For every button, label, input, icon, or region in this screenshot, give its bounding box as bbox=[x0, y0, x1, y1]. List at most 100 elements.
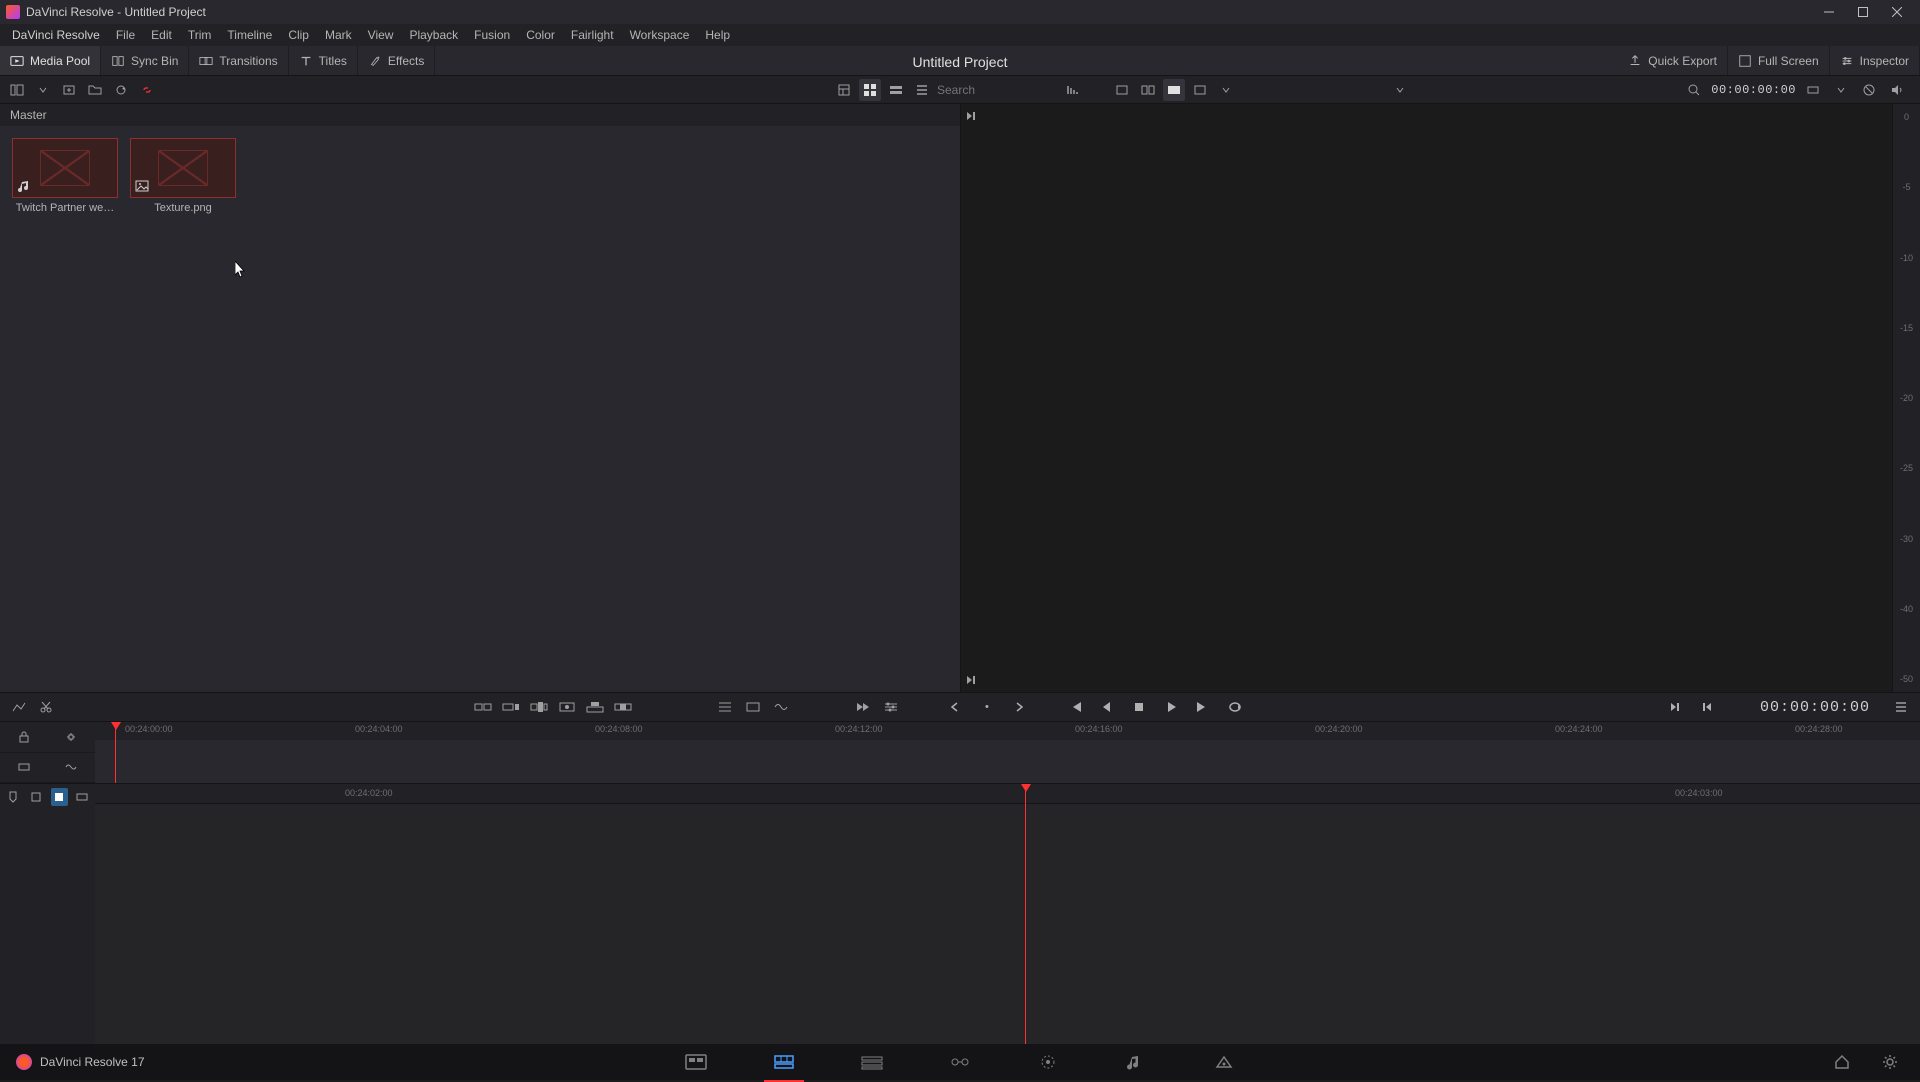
timecode-small[interactable]: 00:00:00:00 bbox=[1711, 83, 1796, 97]
menu-color[interactable]: Color bbox=[518, 24, 563, 46]
prev-edit-button[interactable] bbox=[1694, 695, 1720, 719]
menu-clip[interactable]: Clip bbox=[280, 24, 317, 46]
list-view-button[interactable] bbox=[911, 79, 933, 101]
clips-area[interactable]: Twitch Partner we… Texture.png bbox=[0, 126, 960, 692]
unlink-button[interactable] bbox=[136, 79, 158, 101]
page-fusion[interactable] bbox=[946, 1048, 974, 1076]
viewer-safe-dropdown[interactable] bbox=[1215, 79, 1237, 101]
stop-button[interactable] bbox=[1126, 695, 1152, 719]
menu-davinci-resolve[interactable]: DaVinci Resolve bbox=[4, 24, 108, 46]
breadcrumb[interactable]: Master bbox=[0, 104, 960, 126]
home-button[interactable] bbox=[1828, 1048, 1856, 1076]
source-overwrite-button[interactable] bbox=[612, 696, 634, 718]
split-clip-button[interactable] bbox=[36, 696, 58, 718]
smart-insert-button[interactable] bbox=[472, 696, 494, 718]
strip-view-button[interactable] bbox=[885, 79, 907, 101]
metadata-view-button[interactable] bbox=[833, 79, 855, 101]
maximize-button[interactable] bbox=[1846, 0, 1880, 24]
play-button[interactable] bbox=[1158, 695, 1184, 719]
bin-dropdown[interactable] bbox=[32, 79, 54, 101]
ripple-overwrite-button[interactable] bbox=[528, 696, 550, 718]
menu-workspace[interactable]: Workspace bbox=[622, 24, 698, 46]
sync-button[interactable] bbox=[110, 79, 132, 101]
menu-file[interactable]: File bbox=[108, 24, 143, 46]
bypass-fx-button[interactable] bbox=[1858, 79, 1880, 101]
zoom-fit-button[interactable] bbox=[1683, 79, 1705, 101]
menu-view[interactable]: View bbox=[360, 24, 402, 46]
tool-snap[interactable] bbox=[74, 788, 91, 806]
menu-mark[interactable]: Mark bbox=[317, 24, 360, 46]
tab-transitions[interactable]: Transitions bbox=[189, 46, 288, 75]
boring-detector-button[interactable] bbox=[8, 696, 30, 718]
tc-mode-button[interactable] bbox=[1802, 79, 1824, 101]
upper-timeline-track[interactable]: 00:24:00:00 00:24:04:00 00:24:08:00 00:2… bbox=[95, 722, 1920, 783]
upper-ruler[interactable]: 00:24:00:00 00:24:04:00 00:24:08:00 00:2… bbox=[95, 722, 1920, 740]
tab-effects[interactable]: Effects bbox=[358, 46, 435, 75]
bin-list-button[interactable] bbox=[6, 79, 28, 101]
lower-playhead[interactable] bbox=[1025, 784, 1026, 1044]
timeline-options[interactable] bbox=[880, 696, 902, 718]
audio-track-button[interactable] bbox=[60, 756, 82, 778]
timeline-sync-button[interactable] bbox=[60, 726, 82, 748]
lower-ruler[interactable]: 00:24:02:00 00:24:03:00 bbox=[95, 784, 1920, 804]
viewer-dropdown[interactable] bbox=[1389, 79, 1411, 101]
sort-button[interactable] bbox=[1061, 79, 1083, 101]
close-button[interactable] bbox=[1880, 0, 1914, 24]
fast-review-button[interactable] bbox=[852, 696, 874, 718]
minimize-button[interactable] bbox=[1812, 0, 1846, 24]
menu-fusion[interactable]: Fusion bbox=[466, 24, 518, 46]
page-edit[interactable] bbox=[858, 1048, 886, 1076]
tab-media-pool[interactable]: Media Pool bbox=[0, 46, 101, 75]
viewer-safe-area[interactable] bbox=[1189, 79, 1211, 101]
menu-trim[interactable]: Trim bbox=[180, 24, 220, 46]
lower-timeline-track[interactable]: 00:24:02:00 00:24:03:00 bbox=[95, 784, 1920, 1044]
prev-clip-button[interactable] bbox=[942, 695, 968, 719]
clip-item[interactable]: Twitch Partner we… bbox=[12, 138, 118, 214]
tool-flag[interactable] bbox=[27, 788, 44, 806]
go-to-end-button[interactable] bbox=[1190, 695, 1216, 719]
search-input[interactable] bbox=[937, 83, 1057, 97]
next-clip-button[interactable] bbox=[1006, 695, 1032, 719]
speaker-button[interactable] bbox=[1886, 79, 1908, 101]
tools-dropdown[interactable] bbox=[714, 696, 736, 718]
menu-playback[interactable]: Playback bbox=[401, 24, 466, 46]
quick-export-button[interactable]: Quick Export bbox=[1618, 46, 1728, 75]
tool-selected[interactable] bbox=[51, 788, 68, 806]
tool-marker[interactable] bbox=[4, 788, 21, 806]
menu-timeline[interactable]: Timeline bbox=[219, 24, 280, 46]
menu-fairlight[interactable]: Fairlight bbox=[563, 24, 622, 46]
page-deliver[interactable] bbox=[1210, 1048, 1238, 1076]
step-back-button[interactable] bbox=[1094, 695, 1120, 719]
timecode-big[interactable]: 00:00:00:00 bbox=[1760, 699, 1870, 716]
viewer-mode-1[interactable] bbox=[1111, 79, 1133, 101]
menu-help[interactable]: Help bbox=[697, 24, 738, 46]
go-to-next-edit-icon[interactable] bbox=[965, 674, 977, 686]
full-screen-button[interactable]: Full Screen bbox=[1728, 46, 1830, 75]
page-color[interactable] bbox=[1034, 1048, 1062, 1076]
viewer-mode-3[interactable] bbox=[1163, 79, 1185, 101]
import-media-button[interactable] bbox=[58, 79, 80, 101]
upper-playhead[interactable] bbox=[115, 722, 116, 783]
import-folder-button[interactable] bbox=[84, 79, 106, 101]
thumbnail-view-button[interactable] bbox=[859, 79, 881, 101]
jog-center[interactable]: • bbox=[974, 695, 1000, 719]
timeline-menu-button[interactable] bbox=[1890, 696, 1912, 718]
close-up-button[interactable] bbox=[556, 696, 578, 718]
viewer-panel[interactable]: 0 -5 -10 -15 -20 -25 -30 -40 -50 bbox=[960, 104, 1920, 692]
page-media[interactable] bbox=[682, 1048, 710, 1076]
append-button[interactable] bbox=[500, 696, 522, 718]
tc-dropdown[interactable] bbox=[1830, 79, 1852, 101]
timeline-lock-button[interactable] bbox=[13, 726, 35, 748]
next-edit-button[interactable] bbox=[1662, 695, 1688, 719]
clip-item[interactable]: Texture.png bbox=[130, 138, 236, 214]
clip-thumbnail[interactable] bbox=[12, 138, 118, 198]
audio-trim-button[interactable] bbox=[770, 696, 792, 718]
inspector-button[interactable]: Inspector bbox=[1830, 46, 1920, 75]
page-cut[interactable] bbox=[770, 1048, 798, 1076]
place-on-top-button[interactable] bbox=[584, 696, 606, 718]
page-fairlight[interactable] bbox=[1122, 1048, 1150, 1076]
go-to-next-edit-icon[interactable] bbox=[965, 110, 977, 122]
tab-titles[interactable]: Titles bbox=[289, 46, 358, 75]
tab-sync-bin[interactable]: Sync Bin bbox=[101, 46, 189, 75]
video-track-button[interactable] bbox=[13, 756, 35, 778]
